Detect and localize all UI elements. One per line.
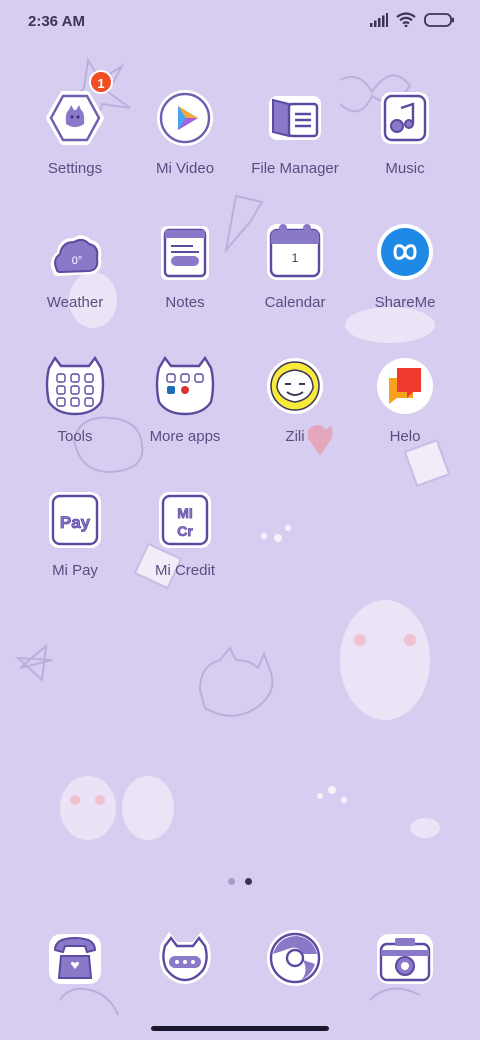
app-icon[interactable]	[153, 354, 217, 418]
notes-icon	[161, 226, 209, 280]
app-label: Mi Credit	[154, 562, 215, 579]
dock-messages[interactable]	[130, 926, 240, 990]
app-mi-pay[interactable]: Pay Mi Pay	[20, 488, 130, 622]
more-apps-folder-icon	[155, 355, 215, 416]
app-label: Mi Video	[155, 160, 215, 177]
app-zili[interactable]: Zili	[240, 354, 350, 488]
status-icons	[370, 12, 454, 27]
app-label: Music	[385, 160, 425, 177]
app-icon[interactable]	[373, 220, 437, 284]
app-calendar[interactable]: 1 Calendar	[240, 220, 350, 354]
app-icon[interactable]	[373, 354, 437, 418]
app-label: More apps	[149, 428, 221, 445]
app-shareme[interactable]: ShareMe	[350, 220, 460, 354]
shareme-infinity-icon	[377, 224, 433, 280]
mi-pay-icon: Pay	[49, 492, 101, 548]
app-icon[interactable]	[43, 354, 107, 418]
calendar-date: 1	[292, 251, 299, 265]
page-indicator	[0, 878, 480, 885]
app-icon[interactable]: MI Cr	[153, 488, 217, 552]
app-label: Mi Pay	[52, 562, 98, 579]
mi-credit-glyph-bottom: Cr	[177, 523, 193, 539]
app-icon[interactable]	[153, 86, 217, 150]
dock-phone[interactable]	[20, 926, 130, 990]
app-icon[interactable]	[153, 220, 217, 284]
app-icon[interactable]: 1	[263, 220, 327, 284]
app-label: Tools	[57, 428, 93, 445]
dock-browser[interactable]	[240, 926, 350, 990]
app-label: Calendar	[264, 294, 326, 311]
music-note-icon	[381, 92, 429, 144]
app-label: Weather	[46, 294, 104, 311]
video-play-icon	[157, 90, 213, 146]
settings-cat-icon	[46, 91, 104, 145]
app-label: Zili	[285, 428, 305, 445]
helo-chat-icon	[377, 358, 433, 414]
browser-icon[interactable]	[263, 926, 327, 990]
app-icon[interactable]: 1	[43, 70, 113, 150]
dock-camera[interactable]	[350, 926, 460, 990]
gesture-home-bar[interactable]	[151, 1026, 329, 1031]
mi-pay-glyph: Pay	[60, 513, 91, 532]
battery-icon	[424, 12, 454, 27]
app-music[interactable]: Music	[350, 86, 460, 220]
app-mi-credit[interactable]: MI Cr Mi Credit	[130, 488, 240, 622]
app-icon[interactable]	[263, 86, 327, 150]
app-tools-folder[interactable]: Tools	[20, 354, 130, 488]
app-more-apps-folder[interactable]: More apps	[130, 354, 240, 488]
calendar-icon: 1	[267, 224, 323, 280]
app-file-manager[interactable]: File Manager	[240, 86, 350, 220]
app-icon[interactable]: 0°	[43, 220, 107, 284]
cellular-signal-icon	[370, 12, 388, 27]
notification-badge: 1	[89, 70, 113, 94]
app-label: File Manager	[251, 160, 339, 177]
app-helo[interactable]: Helo	[350, 354, 460, 488]
app-icon[interactable]	[263, 354, 327, 418]
app-mi-video[interactable]: Mi Video	[130, 86, 240, 220]
tools-folder-icon	[45, 355, 105, 416]
app-grid: 1 Settings Mi Video File Manager Music 0…	[20, 70, 460, 622]
app-icon[interactable]	[373, 86, 437, 150]
app-label: Settings	[47, 160, 103, 177]
app-weather[interactable]: 0° Weather	[20, 220, 130, 354]
zili-smiley-icon	[267, 358, 323, 414]
file-manager-icon	[269, 96, 321, 140]
app-label: ShareMe	[374, 294, 436, 311]
mi-credit-icon: MI Cr	[159, 492, 211, 548]
status-time: 2:36 AM	[28, 13, 85, 30]
phone-icon[interactable]	[43, 926, 107, 990]
app-label: Notes	[165, 294, 205, 311]
page-dot-active	[245, 878, 252, 885]
weather-cloud-icon: 0°	[50, 235, 102, 276]
wifi-icon	[396, 12, 416, 27]
camera-icon[interactable]	[373, 926, 437, 990]
page-dot	[228, 878, 235, 885]
messages-icon[interactable]	[153, 926, 217, 990]
mi-credit-glyph-top: MI	[177, 505, 193, 521]
dock	[20, 926, 460, 990]
app-label: Helo	[389, 428, 421, 445]
app-settings[interactable]: 1 Settings	[20, 70, 130, 220]
app-notes[interactable]: Notes	[130, 220, 240, 354]
status-bar: 2:36 AM	[0, 0, 480, 44]
app-icon[interactable]: Pay	[43, 488, 107, 552]
weather-temperature: 0°	[72, 255, 83, 267]
